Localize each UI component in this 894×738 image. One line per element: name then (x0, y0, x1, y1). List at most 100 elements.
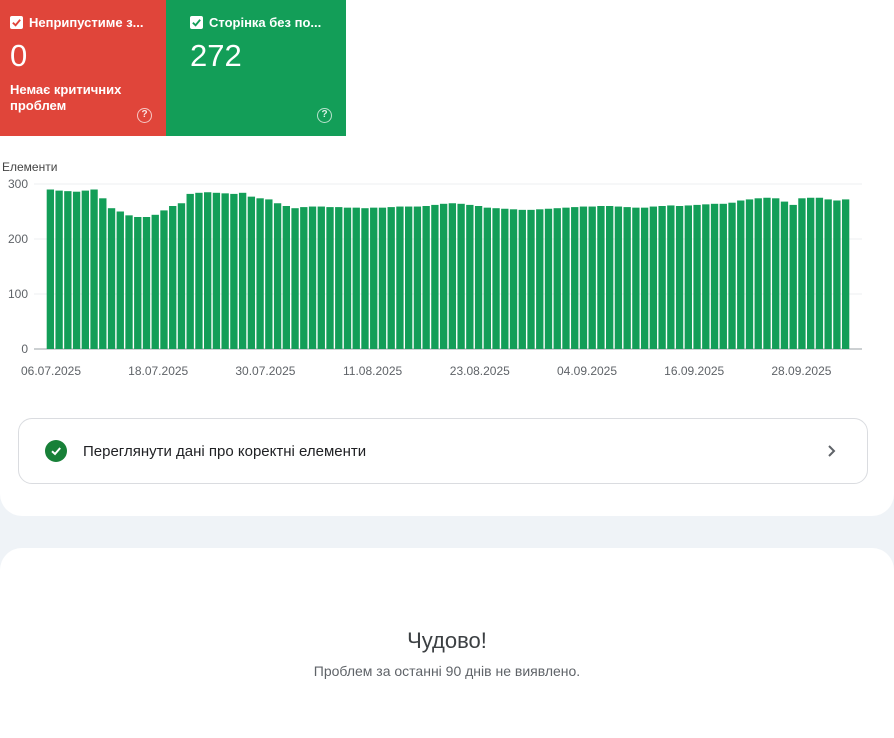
chart-bar (623, 207, 631, 349)
chart-bar (431, 204, 439, 349)
check-circle-icon (45, 440, 67, 462)
tile-valid[interactable]: Сторінка без по... 272 ? (166, 0, 346, 136)
y-tick-label: 200 (8, 232, 28, 246)
chart-bar (204, 192, 212, 349)
chart-bar (317, 206, 325, 349)
chart-bar (90, 189, 98, 349)
chart-bar (343, 207, 352, 349)
chart-bar (300, 207, 308, 349)
chart-bar (492, 208, 500, 349)
tile-invalid-label: Неприпустиме з... (29, 15, 144, 30)
chart-bar (361, 208, 369, 349)
chart-bar (422, 206, 430, 349)
x-tick-label: 23.08.2025 (450, 364, 510, 378)
chart-bar (693, 204, 701, 349)
chart-bar (649, 206, 658, 349)
chart-bar (413, 206, 422, 349)
chart-bar (614, 206, 623, 349)
chart-bar (571, 207, 579, 349)
chart-bar (667, 205, 675, 349)
chart-bar (448, 203, 457, 349)
chart-bar (483, 207, 491, 349)
chart-bar (151, 214, 159, 349)
chart-bar (632, 207, 640, 349)
y-tick-label: 100 (8, 287, 28, 301)
chart-bar (737, 200, 745, 349)
chart-bar (212, 192, 221, 349)
tile-invalid[interactable]: Неприпустиме з... 0 Немає критичних проб… (0, 0, 166, 136)
x-tick-label: 18.07.2025 (128, 364, 188, 378)
chart-bar (81, 190, 89, 349)
chart-bar (142, 217, 151, 349)
chart-bar (326, 207, 334, 349)
chart-bar (55, 190, 63, 349)
tile-invalid-value: 0 (10, 38, 28, 73)
chart-bar (719, 203, 727, 349)
chart-bar (308, 206, 317, 349)
chart-bar (807, 197, 815, 349)
chart-bar (107, 208, 116, 349)
chart-bar (335, 207, 343, 349)
chart-bar (501, 208, 509, 349)
chart-bar (134, 217, 142, 349)
chart-bar (256, 198, 264, 349)
chart-bar (186, 193, 194, 349)
chart-bar (597, 206, 605, 349)
chart-bar (509, 209, 518, 349)
chart-bar (553, 208, 561, 349)
chart-bar (780, 201, 789, 349)
chart-bar (815, 197, 824, 349)
chart-bar (282, 206, 290, 349)
tile-valid-label: Сторінка без по... (209, 15, 322, 30)
chart-bar (169, 206, 177, 349)
chart-bar (658, 206, 666, 349)
chart-bar (527, 209, 535, 349)
tile-valid-value: 272 (190, 38, 242, 73)
chart-bar (579, 206, 588, 349)
chart-bar (72, 191, 81, 349)
chart-bar (824, 199, 832, 349)
chart-bar (64, 191, 72, 349)
chart-bar (745, 199, 754, 349)
chart-bar (710, 203, 719, 349)
chart-bar (544, 208, 553, 349)
checkbox-icon[interactable] (10, 16, 23, 29)
chart-bar (396, 206, 404, 349)
chart-bar (754, 198, 762, 349)
chart-bar (640, 207, 649, 349)
chart-bar (562, 207, 570, 349)
x-tick-label: 06.07.2025 (21, 364, 81, 378)
chart-bar (265, 199, 273, 349)
chart-bar (99, 198, 107, 349)
chart-bar (352, 207, 360, 349)
x-tick-label: 28.09.2025 (771, 364, 831, 378)
chart-bar (536, 209, 544, 349)
chart-bar (798, 198, 806, 349)
items-bar-chart: 0 100 200 300 06.07.2025 18.07.2025 30.07.2025… (8, 177, 862, 378)
chart-bar (238, 192, 247, 349)
chart-bar (728, 202, 736, 349)
help-icon[interactable]: ? (137, 108, 152, 123)
checkbox-icon[interactable] (190, 16, 203, 29)
chart-bar (221, 193, 229, 349)
x-tick-label: 04.09.2025 (557, 364, 617, 378)
chart-bar (789, 204, 797, 349)
chart-bar (405, 206, 413, 349)
status-subtitle: Проблем за останні 90 днів не виявлено. (313, 663, 581, 679)
chart-bar (125, 215, 133, 349)
view-valid-items-link[interactable]: Переглянути дані про коректні елементи (18, 418, 868, 484)
status-title: Чудово! (407, 628, 487, 653)
chart-bar (841, 199, 850, 349)
x-tick-label: 16.09.2025 (664, 364, 724, 378)
y-tick-label: 300 (8, 177, 28, 191)
chart-bar (466, 204, 474, 349)
chart-bar (370, 207, 378, 349)
help-icon[interactable]: ? (317, 108, 332, 123)
tile-invalid-sub: Немає критичних проблем (10, 82, 122, 113)
chart-bar (684, 205, 692, 349)
chart-bar (160, 210, 168, 349)
x-tick-label: 11.08.2025 (343, 364, 402, 378)
chart-bar (702, 204, 710, 349)
chart-bar (378, 207, 387, 349)
chart-bar (439, 203, 448, 349)
